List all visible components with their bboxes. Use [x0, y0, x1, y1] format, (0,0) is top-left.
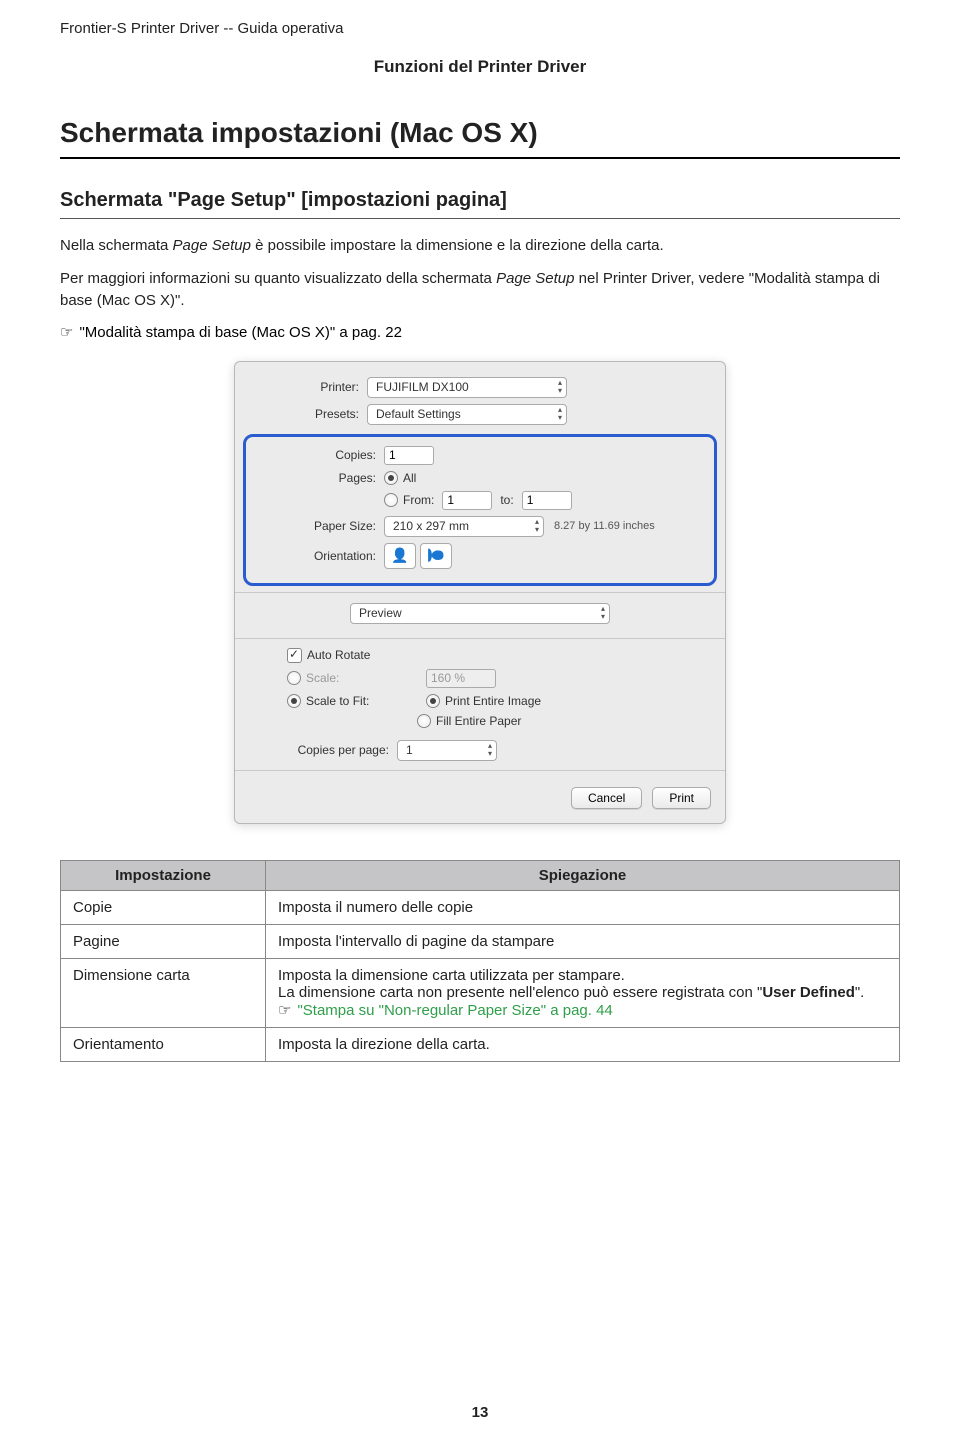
section-select[interactable]: Preview ▴▾ — [350, 603, 610, 624]
divider — [235, 770, 725, 771]
row-label: Copie — [61, 890, 266, 924]
subsection-heading: Schermata "Page Setup" [impostazioni pag… — [60, 189, 900, 219]
pages-from-input[interactable] — [442, 491, 492, 510]
text-italic: Page Setup — [173, 237, 251, 254]
orientation-label: Orientation: — [266, 549, 384, 563]
scale-radio[interactable] — [287, 671, 301, 685]
copies-per-page-label: Copies per page: — [249, 743, 397, 757]
text-italic: Page Setup — [496, 270, 574, 287]
autorotate-checkbox[interactable] — [287, 648, 302, 663]
table-row: Copie Imposta il numero delle copie — [61, 890, 900, 924]
presets-label: Presets: — [249, 407, 367, 421]
fill-entire-radio[interactable] — [417, 714, 431, 728]
copies-label: Copies: — [266, 448, 384, 462]
orientation-landscape-button[interactable]: 👤 — [420, 543, 452, 569]
chevron-updown-icon: ▴▾ — [535, 518, 539, 534]
print-button[interactable]: Print — [652, 787, 711, 809]
chevron-updown-icon: ▴▾ — [601, 605, 605, 621]
row-desc: Imposta il numero delle copie — [266, 890, 900, 924]
row-desc: Imposta la direzione della carta. — [266, 1027, 900, 1061]
text: ". — [855, 984, 865, 1001]
row-desc: Imposta l'intervallo di pagine da stampa… — [266, 924, 900, 958]
pages-to-input[interactable] — [522, 491, 572, 510]
scale-input — [426, 669, 496, 688]
row-label: Orientamento — [61, 1027, 266, 1061]
scaletofit-radio[interactable] — [287, 694, 301, 708]
scale-label: Scale: — [306, 671, 426, 685]
cross-reference[interactable]: ☞ "Modalità stampa di base (Mac OS X)" a … — [60, 323, 900, 341]
row-desc: Imposta la dimensione carta utilizzata p… — [266, 958, 900, 1027]
copies-input[interactable] — [384, 446, 434, 465]
xref-text: "Stampa su "Non-regular Paper Size" a pa… — [297, 1002, 612, 1019]
printer-value: FUJIFILM DX100 — [376, 380, 469, 394]
person-icon: 👤 — [391, 547, 408, 564]
pages-all-radio[interactable] — [384, 471, 398, 485]
table-row: Pagine Imposta l'intervallo di pagine da… — [61, 924, 900, 958]
copies-per-page-select[interactable]: 1 ▴▾ — [397, 740, 497, 761]
print-dialog: Printer: FUJIFILM DX100 ▴▾ Presets: Defa… — [234, 361, 726, 824]
row-label: Pagine — [61, 924, 266, 958]
divider — [235, 638, 725, 639]
autorotate-label: Auto Rotate — [307, 648, 370, 662]
table-row: Dimensione carta Imposta la dimensione c… — [61, 958, 900, 1027]
pages-from-radio[interactable] — [384, 493, 398, 507]
pointer-icon: ☞ — [278, 1002, 291, 1019]
chevron-updown-icon: ▴▾ — [558, 379, 562, 395]
doc-title: Frontier-S Printer Driver -- Guida opera… — [60, 20, 900, 37]
pages-all-label: All — [403, 471, 416, 485]
cross-reference[interactable]: ☞ "Stampa su "Non-regular Paper Size" a p… — [278, 1001, 887, 1019]
person-rotated-icon: 👤 — [428, 547, 445, 564]
papersize-value: 210 x 297 mm — [393, 519, 469, 533]
fill-entire-label: Fill Entire Paper — [436, 714, 521, 728]
print-entire-label: Print Entire Image — [445, 694, 541, 708]
chevron-updown-icon: ▴▾ — [558, 406, 562, 422]
row-label: Dimensione carta — [61, 958, 266, 1027]
copies-per-page-value: 1 — [406, 743, 413, 757]
presets-select[interactable]: Default Settings ▴▾ — [367, 404, 567, 425]
scaletofit-label: Scale to Fit: — [306, 694, 426, 708]
text: è possibile impostare la dimensione e la… — [251, 237, 664, 254]
pointer-icon: ☞ — [60, 324, 73, 341]
table-header-left: Impostazione — [61, 860, 266, 890]
pages-to-label: to: — [500, 493, 513, 507]
paragraph-2: Per maggiori informazioni su quanto visu… — [60, 268, 900, 313]
chapter-title: Funzioni del Printer Driver — [60, 57, 900, 77]
desc-line1: Imposta la dimensione carta utilizzata p… — [278, 967, 887, 984]
section-select-value: Preview — [359, 606, 402, 620]
text: La dimensione carta non presente nell'el… — [278, 984, 762, 1001]
printer-label: Printer: — [249, 380, 367, 394]
divider — [235, 592, 725, 593]
papersize-select[interactable]: 210 x 297 mm ▴▾ — [384, 516, 544, 537]
text: Per maggiori informazioni su quanto visu… — [60, 270, 496, 287]
papersize-hint: 8.27 by 11.69 inches — [554, 520, 655, 532]
print-entire-radio[interactable] — [426, 694, 440, 708]
table-row: Orientamento Imposta la direzione della … — [61, 1027, 900, 1061]
pages-label: Pages: — [266, 471, 384, 485]
orientation-portrait-button[interactable]: 👤 — [384, 543, 416, 569]
xref-text: "Modalità stampa di base (Mac OS X)" a p… — [79, 324, 401, 341]
cancel-button[interactable]: Cancel — [571, 787, 642, 809]
highlighted-settings: Copies: Pages: All From: to: — [243, 434, 717, 586]
paragraph-1: Nella schermata Page Setup è possibile i… — [60, 235, 900, 258]
settings-table: Impostazione Spiegazione Copie Imposta i… — [60, 860, 900, 1062]
text-bold: User Defined — [762, 984, 855, 1001]
text: Nella schermata — [60, 237, 173, 254]
printer-select[interactable]: FUJIFILM DX100 ▴▾ — [367, 377, 567, 398]
chevron-updown-icon: ▴▾ — [488, 742, 492, 758]
section-heading: Schermata impostazioni (Mac OS X) — [60, 117, 900, 159]
table-header-right: Spiegazione — [266, 860, 900, 890]
page-number: 13 — [0, 1404, 960, 1421]
desc-line2: La dimensione carta non presente nell'el… — [278, 984, 887, 1001]
papersize-label: Paper Size: — [266, 519, 384, 533]
pages-from-label: From: — [403, 493, 434, 507]
presets-value: Default Settings — [376, 407, 461, 421]
